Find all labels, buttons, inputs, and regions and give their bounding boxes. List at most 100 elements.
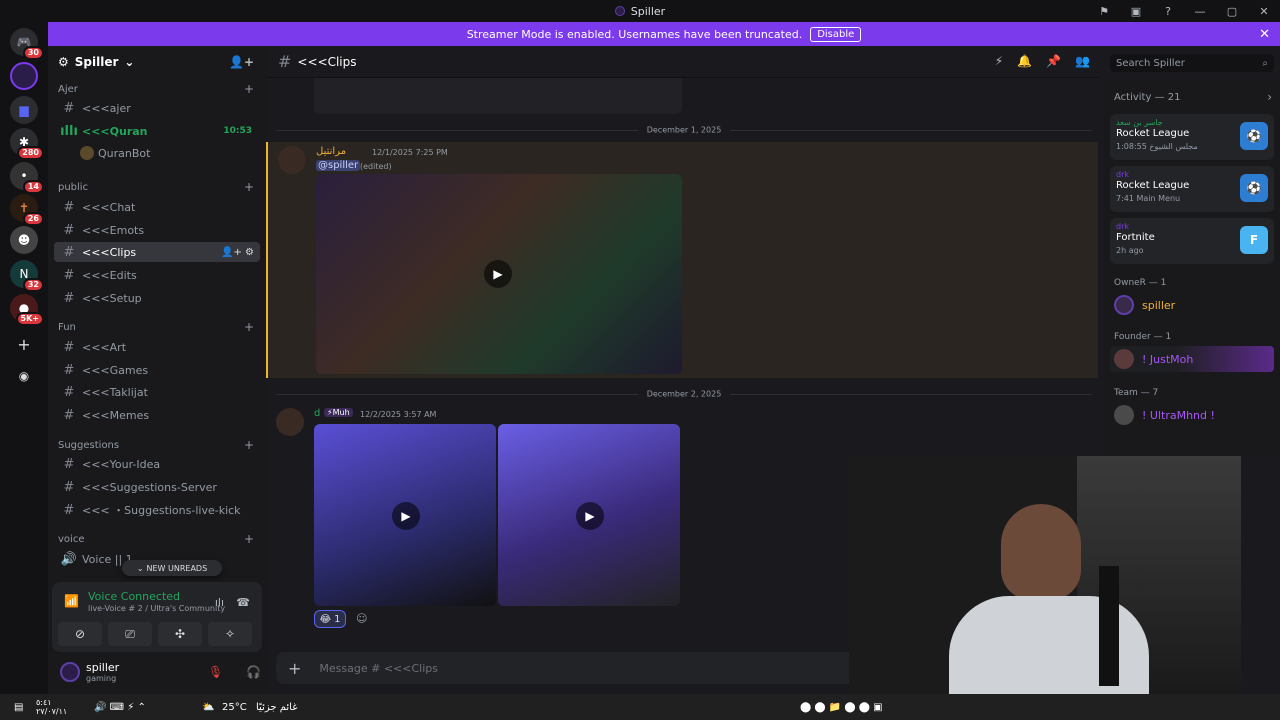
add-channel-icon[interactable]: + bbox=[244, 438, 254, 452]
channel-ajer[interactable]: # <<<ajer bbox=[54, 98, 260, 118]
deafen-icon[interactable]: 🎧 bbox=[246, 665, 261, 679]
server-icon[interactable]: N 32 bbox=[10, 260, 44, 292]
channel-label: <<<Games bbox=[82, 363, 149, 377]
noise-suppression-icon[interactable]: ılı bbox=[215, 596, 224, 609]
play-icon[interactable]: ▶ bbox=[484, 260, 512, 288]
message-input[interactable]: Message # <<<Clips bbox=[319, 662, 438, 675]
camera-off-button[interactable]: ⊘ bbox=[58, 622, 102, 646]
clock[interactable]: ٥:٤١ ٢٧/٠٧/١١ bbox=[36, 698, 67, 716]
avatar[interactable] bbox=[278, 146, 306, 174]
pin-icon[interactable]: 📌 bbox=[1046, 54, 1061, 68]
add-attachment-icon[interactable]: + bbox=[288, 659, 301, 678]
video-attachment[interactable]: ▶ bbox=[316, 174, 682, 374]
new-unreads-button[interactable]: ⌄ NEW UNREADS bbox=[122, 560, 222, 576]
weather-icon[interactable]: ⛅ bbox=[202, 702, 214, 713]
server-icon[interactable]: ☻ bbox=[10, 226, 38, 254]
add-channel-icon[interactable]: + bbox=[244, 532, 254, 546]
add-server-icon[interactable]: + bbox=[10, 330, 38, 358]
channel-suggestions-live-kick[interactable]: # <<< ・Suggestions-live-kick bbox=[54, 500, 260, 520]
channel-settings-icon[interactable]: 👤+ ⚙ bbox=[221, 247, 254, 258]
date-divider: December 1, 2025 bbox=[276, 125, 1092, 135]
channel-games[interactable]: # <<<Games bbox=[54, 360, 260, 380]
minimize-button[interactable]: — bbox=[1184, 5, 1216, 18]
bell-icon[interactable]: 🔔 bbox=[1017, 54, 1032, 68]
hash-icon: # bbox=[63, 502, 75, 518]
add-channel-icon[interactable]: + bbox=[244, 320, 254, 334]
close-button[interactable]: ✕ bbox=[1248, 5, 1280, 18]
channel-quran[interactable]: ıllı <<<Quran 10:53 bbox=[54, 121, 260, 141]
inbox-icon[interactable]: ⚑ bbox=[1088, 5, 1120, 18]
banner-close-icon[interactable]: ✕ bbox=[1259, 27, 1270, 42]
server-icon[interactable]: ✝ 26 bbox=[10, 194, 44, 226]
username[interactable]: مرانتيل bbox=[316, 146, 346, 157]
category-public[interactable]: public bbox=[58, 182, 88, 193]
avatar[interactable] bbox=[276, 408, 304, 436]
screen-share-button[interactable]: ⎚ bbox=[108, 622, 152, 646]
channel-art[interactable]: # <<<Art bbox=[54, 337, 260, 357]
screen-icon[interactable]: ▣ bbox=[1120, 5, 1152, 18]
play-icon[interactable]: ▶ bbox=[392, 502, 420, 530]
channel-taklijat[interactable]: # <<<Taklijat bbox=[54, 382, 260, 402]
add-reaction-icon[interactable]: ☺ bbox=[356, 612, 367, 625]
folder-icon[interactable]: ▆ bbox=[10, 96, 38, 124]
new-unreads-label: NEW UNREADS bbox=[146, 563, 208, 573]
server-icon[interactable]: ✱ 280 bbox=[10, 128, 44, 160]
play-icon[interactable]: ▶ bbox=[576, 502, 604, 530]
channel-clips[interactable]: # <<<Clips 👤+ ⚙ bbox=[54, 242, 260, 262]
activities-button[interactable]: ✣ bbox=[158, 622, 202, 646]
mention[interactable]: @spiller bbox=[316, 160, 361, 171]
channel-label: <<<ajer bbox=[82, 101, 131, 115]
username[interactable]: d bbox=[314, 408, 320, 419]
notification-icon[interactable]: ▤ bbox=[14, 702, 23, 713]
add-member-icon[interactable]: 👤+ bbox=[229, 55, 254, 69]
activity-card[interactable]: drk Rocket League 7:41 Main Menu ⚽ bbox=[1110, 166, 1274, 212]
channel-your-idea[interactable]: # <<<Your-Idea bbox=[54, 454, 260, 474]
channel-suggestions-server[interactable]: # <<<Suggestions-Server bbox=[54, 477, 260, 497]
previous-attachment[interactable] bbox=[314, 78, 682, 114]
maximize-button[interactable]: ▢ bbox=[1216, 5, 1248, 18]
help-icon[interactable]: ? bbox=[1152, 5, 1184, 18]
category-suggestions[interactable]: Suggestions bbox=[58, 440, 119, 451]
add-channel-icon[interactable]: + bbox=[244, 180, 254, 194]
channel-emots[interactable]: # <<<Emots bbox=[54, 220, 260, 240]
members-icon[interactable]: 👥 bbox=[1075, 54, 1090, 68]
avatar[interactable] bbox=[60, 662, 80, 682]
taskbar-apps[interactable]: ⬤ ⬤ 📁 ⬤ ⬤ ▣ bbox=[800, 702, 883, 713]
video-attachment[interactable]: ▶ bbox=[498, 424, 680, 606]
activity-card[interactable]: drk Fortnite 2h ago F bbox=[1110, 218, 1274, 264]
voice-status[interactable]: Voice Connected bbox=[88, 590, 180, 603]
server-spiller-icon[interactable] bbox=[10, 62, 38, 90]
category-fun[interactable]: Fun bbox=[58, 322, 76, 333]
add-channel-icon[interactable]: + bbox=[244, 82, 254, 96]
avatar bbox=[1114, 405, 1134, 425]
video-attachment[interactable]: ▶ bbox=[314, 424, 496, 606]
disable-button[interactable]: Disable bbox=[810, 26, 862, 42]
server-icon[interactable]: ● 5K+ bbox=[10, 294, 44, 326]
discover-icon[interactable]: ◉ bbox=[10, 362, 38, 390]
member-item[interactable]: ! JustMoh bbox=[1110, 346, 1274, 372]
search-input[interactable]: Search Spiller ⌕ bbox=[1110, 54, 1274, 72]
channel-setup[interactable]: # <<<Setup bbox=[54, 288, 260, 308]
channel-edits[interactable]: # <<<Edits bbox=[54, 265, 260, 285]
channel-chat[interactable]: # <<<Chat bbox=[54, 197, 260, 217]
member-item[interactable]: spiller bbox=[1110, 292, 1274, 318]
soundboard-button[interactable]: ✧ bbox=[208, 622, 252, 646]
threads-icon[interactable]: ⚡ bbox=[995, 54, 1003, 68]
disconnect-icon[interactable]: ☎ bbox=[236, 596, 250, 609]
category-voice[interactable]: voice bbox=[58, 534, 84, 545]
app-logo-icon bbox=[614, 6, 625, 16]
activity-card[interactable]: جاسر بن سعد Rocket League 1:08:55 مجلس ا… bbox=[1110, 114, 1274, 160]
chevron-right-icon[interactable]: › bbox=[1267, 90, 1272, 104]
reaction-button[interactable]: 😂 1 bbox=[314, 610, 346, 628]
category-ajer[interactable]: Ajer bbox=[58, 84, 78, 95]
voice-user-quranbot[interactable]: QuranBot bbox=[74, 143, 260, 163]
tray-icons[interactable]: 🔊 ⌨ ⚡ ⌃ bbox=[94, 702, 146, 713]
member-item[interactable]: ! UltraMhnd ! bbox=[1110, 402, 1274, 428]
voice-channel-info[interactable]: live-Voice # 2 / Ultra's Community bbox=[88, 604, 225, 613]
channel-memes[interactable]: # <<<Memes bbox=[54, 405, 260, 425]
server-header[interactable]: ⚙ Spiller ⌄ 👤+ bbox=[48, 46, 266, 78]
server-icon[interactable]: • 14 bbox=[10, 162, 44, 194]
dm-icon[interactable]: 🎮 30 bbox=[10, 28, 44, 60]
member-name: spiller bbox=[1142, 298, 1176, 312]
mute-icon[interactable]: 🎙 bbox=[208, 665, 223, 679]
